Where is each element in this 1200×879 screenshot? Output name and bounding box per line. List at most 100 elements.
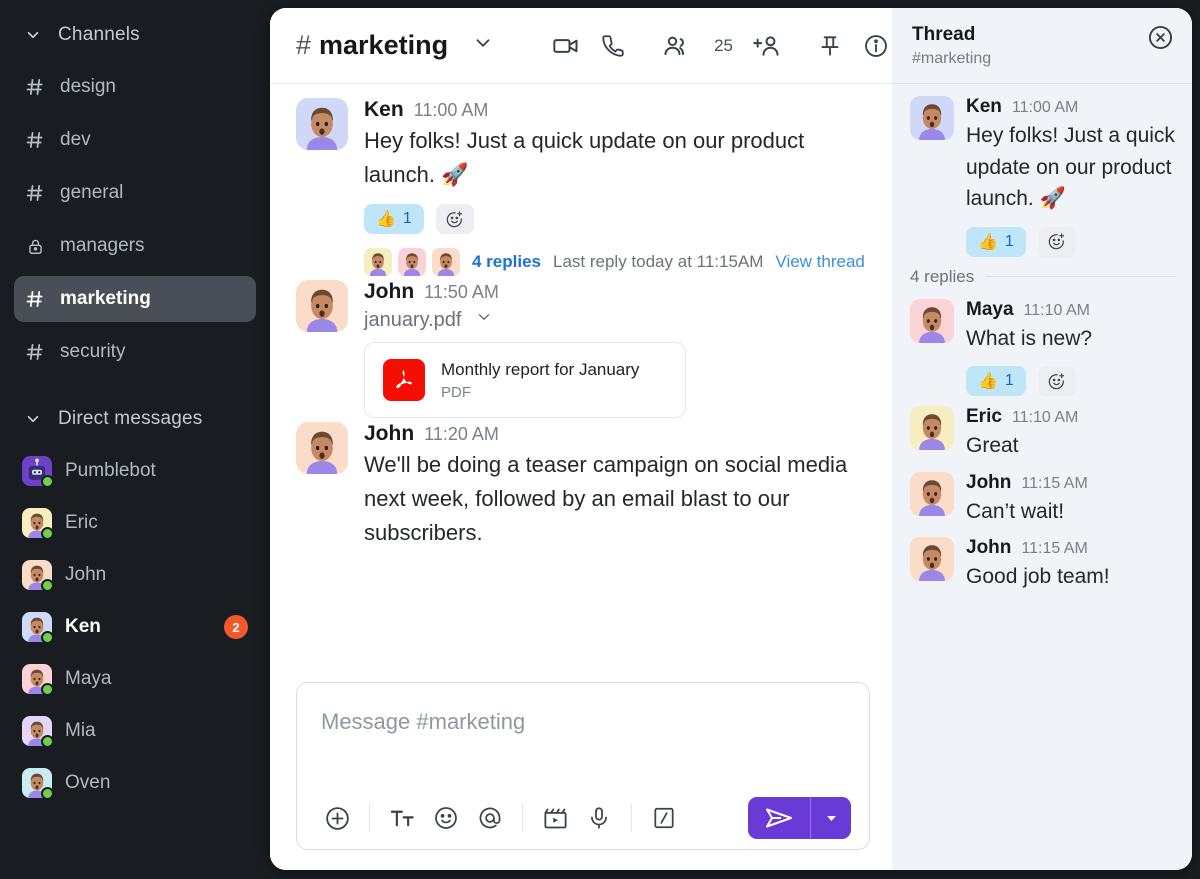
reaction-chip[interactable]: 👍 1 bbox=[364, 204, 424, 235]
avatar bbox=[910, 471, 954, 516]
main-panel: # marketing 25 Ken 11:00 AM Hey folks! J… bbox=[270, 8, 1192, 870]
message-input[interactable]: Message #marketing bbox=[297, 683, 869, 787]
dm-item-label: Mia bbox=[65, 720, 96, 741]
reaction-chip[interactable]: 👍 1 bbox=[966, 366, 1026, 396]
video-camera-icon[interactable] bbox=[552, 32, 580, 60]
member-count: 25 bbox=[714, 35, 733, 55]
dm-item-oven[interactable]: Oven bbox=[14, 760, 256, 806]
chevron-down-icon[interactable] bbox=[472, 32, 494, 59]
message-body: Ken 11:00 AM Hey folks! Just a quick updat… bbox=[364, 98, 870, 277]
thread-summary[interactable]: 4 replies Last reply today at 11:15AM View… bbox=[364, 248, 870, 277]
online-status-dot bbox=[41, 475, 54, 488]
online-status-dot bbox=[41, 683, 54, 696]
format-text-icon[interactable] bbox=[380, 798, 424, 838]
reaction-bar: 👍 1 bbox=[364, 204, 870, 235]
message-meta: Ken 11:00 AM bbox=[364, 98, 870, 122]
avatar bbox=[22, 456, 54, 488]
toolbar-divider bbox=[631, 804, 632, 832]
info-icon[interactable] bbox=[863, 33, 889, 59]
hash-icon: # bbox=[296, 30, 312, 60]
composer-toolbar bbox=[297, 787, 869, 849]
hash-icon bbox=[24, 77, 46, 97]
avatar bbox=[22, 716, 54, 748]
chevron-down-icon[interactable] bbox=[811, 811, 851, 826]
message-timestamp: 11:15 AM bbox=[1021, 474, 1088, 492]
emoji-icon[interactable] bbox=[424, 798, 468, 838]
phone-icon[interactable] bbox=[600, 33, 626, 59]
send-button[interactable] bbox=[748, 797, 851, 839]
message-timestamp: 11:15 AM bbox=[1021, 540, 1088, 557]
file-type: PDF bbox=[441, 383, 471, 401]
thread-root-message: Ken 11:00 AM Hey folks! Just a quick updat… bbox=[910, 96, 1176, 257]
chat-app-window: Channels design dev general managers marketi… bbox=[0, 0, 1200, 879]
channel-title[interactable]: # marketing bbox=[296, 30, 494, 61]
message-author: John bbox=[364, 422, 415, 446]
reaction-bar: 👍 1 bbox=[966, 226, 1176, 257]
sidebar-item-label: managers bbox=[60, 235, 145, 256]
reaction-count: 1 bbox=[1004, 232, 1014, 250]
unread-badge: 2 bbox=[224, 615, 248, 639]
dm-item-john[interactable]: John bbox=[14, 552, 256, 598]
channels-section-header[interactable]: Channels bbox=[14, 18, 256, 52]
add-reaction-icon[interactable] bbox=[1037, 366, 1076, 396]
dm-item-label: Maya bbox=[65, 668, 112, 689]
dm-item-maya[interactable]: Maya bbox=[14, 656, 256, 702]
reaction-chip[interactable]: 👍 1 bbox=[966, 226, 1026, 257]
online-status-dot bbox=[41, 527, 54, 540]
file-name-row[interactable]: january.pdf bbox=[364, 308, 870, 332]
avatar bbox=[22, 612, 54, 644]
sidebar-item-managers[interactable]: managers bbox=[14, 223, 256, 269]
thread-message-body: Ken 11:00 AM Hey folks! Just a quick updat… bbox=[966, 96, 1176, 257]
dm-item-eric[interactable]: Eric bbox=[14, 500, 256, 546]
dm-item-label: Ken bbox=[65, 616, 101, 637]
dm-item-ken[interactable]: Ken 2 bbox=[14, 604, 256, 650]
thread-reply-item: Maya 11:10 AM What is new? 👍 1 bbox=[910, 298, 1176, 396]
message-author: John bbox=[966, 471, 1012, 493]
chevron-down-icon bbox=[24, 26, 42, 44]
reaction-count: 1 bbox=[1004, 372, 1014, 389]
add-person-icon[interactable] bbox=[753, 32, 781, 60]
video-clip-icon[interactable] bbox=[533, 798, 577, 838]
add-reaction-icon[interactable] bbox=[435, 204, 474, 235]
avatar bbox=[910, 537, 954, 581]
message-list: Ken 11:00 AM Hey folks! Just a quick updat… bbox=[270, 84, 892, 676]
message-item: John 11:50 AM january.pdf Monthly report fo… bbox=[296, 280, 870, 419]
file-attachment-card[interactable]: Monthly report for January PDF bbox=[364, 342, 686, 419]
file-title: Monthly report for January bbox=[441, 359, 640, 379]
view-thread-link[interactable]: View thread bbox=[775, 252, 864, 272]
slash-command-icon[interactable] bbox=[642, 798, 686, 838]
thread-panel: Thread #marketing Ken 11:00 AM Hey folks! … bbox=[892, 8, 1192, 870]
chevron-down-icon[interactable] bbox=[475, 308, 493, 332]
thread-message-body: Maya 11:10 AM What is new? 👍 1 bbox=[966, 299, 1092, 396]
sidebar-item-dev[interactable]: dev bbox=[14, 117, 256, 163]
sidebar-item-security[interactable]: security bbox=[14, 329, 256, 375]
mention-icon[interactable] bbox=[468, 798, 512, 838]
dm-section-header[interactable]: Direct messages bbox=[14, 402, 256, 436]
avatar bbox=[296, 280, 348, 333]
pin-icon[interactable] bbox=[817, 33, 843, 59]
avatar bbox=[22, 560, 54, 592]
close-circle-icon[interactable] bbox=[1147, 24, 1174, 56]
dm-item-mia[interactable]: Mia bbox=[14, 708, 256, 754]
add-reaction-icon[interactable] bbox=[1037, 226, 1076, 257]
members-icon[interactable] bbox=[662, 32, 690, 60]
plus-circle-icon[interactable] bbox=[315, 798, 359, 838]
message-author: Eric bbox=[966, 406, 1002, 427]
sidebar-item-general[interactable]: general bbox=[14, 170, 256, 216]
page-title: marketing bbox=[319, 30, 449, 60]
thread-reply-count[interactable]: 4 replies bbox=[472, 252, 541, 272]
avatar bbox=[296, 98, 348, 150]
sidebar-item-design[interactable]: design bbox=[14, 64, 256, 110]
message-text: Hey folks! Just a quick update on our pr… bbox=[364, 128, 805, 188]
microphone-icon[interactable] bbox=[577, 798, 621, 838]
channel-header: # marketing 25 bbox=[270, 8, 892, 84]
dm-item-label: Oven bbox=[65, 772, 111, 793]
sidebar-item-marketing[interactable]: marketing bbox=[14, 276, 256, 322]
message-text: We'll be doing a teaser campaign on soci… bbox=[364, 452, 848, 546]
sidebar-item-label: marketing bbox=[60, 288, 151, 309]
message-timestamp: 11:50 AM bbox=[424, 282, 499, 303]
online-status-dot bbox=[41, 579, 54, 592]
thread-replies-divider: 4 replies bbox=[910, 267, 1176, 287]
dm-item-pumblebot[interactable]: Pumblebot bbox=[14, 448, 256, 494]
message-meta: John 11:15 AM bbox=[966, 472, 1088, 494]
